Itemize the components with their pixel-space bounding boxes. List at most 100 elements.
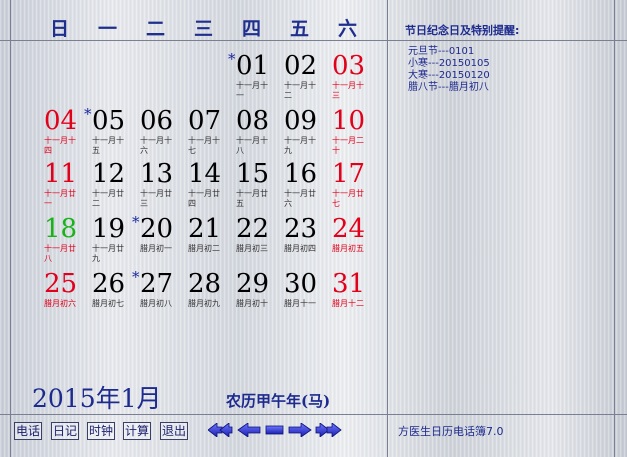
diary-button[interactable]: 日记 [51, 422, 80, 440]
calendar-day-cell[interactable]: 07 十一月十七 [184, 107, 232, 161]
calendar-day-cell[interactable]: 25 腊月初六 [40, 270, 88, 324]
day-number: 02 [284, 51, 318, 81]
calendar-day-cell[interactable]: 08 十一月十八 [232, 107, 280, 161]
calendar-day-cell[interactable]: 10 十一月二十 [328, 107, 376, 161]
panel-divider [387, 0, 388, 457]
calendar-day-cell[interactable]: 16 十一月廿六 [280, 160, 328, 214]
calendar-day-cell[interactable]: 29 腊月初十 [232, 270, 280, 324]
lunar-date: 腊月初七 [92, 299, 124, 308]
calendar-day-cell[interactable]: 04 十一月十四 [40, 107, 88, 161]
calendar-day-cell[interactable]: 22 腊月初三 [232, 215, 280, 269]
calendar-day-cell[interactable]: * 05 十一月十五 [84, 105, 136, 161]
calendar-day-cell[interactable]: 11 十一月廿一 [40, 160, 88, 214]
lunar-date: 十一月廿二 [92, 189, 124, 208]
calendar-day-cell[interactable]: 19 十一月廿九 [88, 215, 136, 269]
reminder-item: 元旦节---0101 [408, 46, 475, 57]
calendar-day-cell[interactable]: 18 十一月廿八 [40, 215, 88, 269]
day-number: 31 [332, 269, 366, 299]
day-number: 06 [140, 106, 174, 136]
lunar-date: 十一月十五 [92, 136, 124, 155]
calendar-day-cell[interactable]: 03 十一月十三 [328, 52, 376, 106]
lunar-date: 十一月廿八 [44, 244, 76, 263]
calendar-day-cell[interactable]: * 01 十一月十一 [228, 50, 280, 106]
day-number: 17 [332, 159, 366, 189]
weekday-label: 二 [145, 18, 166, 40]
calendar-day-cell[interactable]: 06 十一月十六 [136, 107, 184, 161]
calendar-day-cell[interactable]: 13 十一月廿三 [136, 160, 184, 214]
lunar-date: 腊月初二 [188, 244, 220, 253]
day-number: 20 [140, 214, 174, 244]
day-number: 29 [236, 269, 270, 299]
navigation-arrows [208, 423, 342, 437]
calendar-day-cell[interactable]: 09 十一月十九 [280, 107, 328, 161]
lunar-date: 腊月初九 [188, 299, 220, 308]
day-number: 25 [44, 269, 78, 299]
lunar-date: 腊月初十 [236, 299, 268, 308]
next-month-icon[interactable] [288, 423, 312, 437]
lunar-date: 十一月十二 [284, 81, 316, 100]
calendar-day-cell[interactable]: 31 腊月十二 [328, 270, 376, 324]
weekday-label: 三 [193, 18, 214, 40]
calendar-day-cell[interactable]: * 20 腊月初一 [132, 213, 184, 269]
calendar-day-cell[interactable]: 24 腊月初五 [328, 215, 376, 269]
weekday-label: 五 [289, 18, 310, 40]
app-version: 方医生日历电话簿7.0 [398, 425, 504, 438]
lunar-date: 腊月初八 [140, 299, 172, 308]
lunar-date: 十一月十三 [332, 81, 364, 100]
day-number: 09 [284, 106, 318, 136]
lunar-date: 十一月廿一 [44, 189, 76, 208]
exit-button[interactable]: 退出 [160, 422, 189, 440]
day-number: 05 [92, 106, 126, 136]
lunar-date: 十一月廿六 [284, 189, 316, 208]
lunar-date: 十一月十八 [236, 136, 268, 155]
last-page-icon[interactable] [315, 423, 342, 437]
day-number: 03 [332, 51, 366, 81]
day-number: 01 [236, 51, 270, 81]
day-number: 19 [92, 214, 126, 244]
reminder-marker-icon: * [84, 105, 92, 123]
reminder-item: 大寒---20150120 [408, 70, 490, 81]
calendar-day-cell[interactable]: * 27 腊月初八 [132, 268, 184, 324]
weekday-label: 四 [241, 18, 262, 40]
day-number: 23 [284, 214, 318, 244]
calculator-button[interactable]: 计算 [123, 422, 152, 440]
day-number: 24 [332, 214, 366, 244]
reminder-marker-icon: * [132, 268, 140, 286]
reminder-marker-icon: * [228, 50, 236, 68]
day-number: 10 [332, 106, 366, 136]
phone-button[interactable]: 电话 [14, 422, 43, 440]
day-number: 11 [44, 159, 78, 189]
day-number: 15 [236, 159, 270, 189]
first-page-icon[interactable] [208, 423, 233, 437]
today-icon[interactable] [265, 425, 284, 435]
day-number: 04 [44, 106, 78, 136]
lunar-date: 十一月廿五 [236, 189, 268, 208]
calendar-day-cell[interactable]: 23 腊月初四 [280, 215, 328, 269]
day-number: 28 [188, 269, 222, 299]
clock-button[interactable]: 时钟 [87, 422, 116, 440]
day-number: 18 [44, 214, 78, 244]
day-number: 12 [92, 159, 126, 189]
lunar-date: 腊月初一 [140, 244, 172, 253]
lunar-year: 农历甲午年(马) [226, 392, 331, 410]
calendar-day-cell[interactable]: 30 腊月十一 [280, 270, 328, 324]
calendar-day-cell[interactable]: 28 腊月初九 [184, 270, 232, 324]
lunar-date: 十一月廿七 [332, 189, 364, 208]
weekday-label: 一 [97, 18, 118, 40]
calendar-day-cell[interactable]: 14 十一月廿四 [184, 160, 232, 214]
lunar-date: 十一月十七 [188, 136, 220, 155]
lunar-date: 十一月十六 [140, 136, 172, 155]
lunar-date: 十一月十九 [284, 136, 316, 155]
calendar-day-cell[interactable]: 12 十一月廿二 [88, 160, 136, 214]
calendar-day-cell[interactable]: 26 腊月初七 [88, 270, 136, 324]
lunar-date: 十一月十一 [236, 81, 268, 100]
reminders-title: 节日纪念日及特别提醒: [405, 24, 520, 37]
calendar-day-cell[interactable]: 21 腊月初二 [184, 215, 232, 269]
calendar-day-cell[interactable]: 15 十一月廿五 [232, 160, 280, 214]
day-number: 14 [188, 159, 222, 189]
calendar-day-cell[interactable]: 02 十一月十二 [280, 52, 328, 106]
day-number: 07 [188, 106, 222, 136]
calendar-day-cell[interactable]: 17 十一月廿七 [328, 160, 376, 214]
previous-month-icon[interactable] [237, 423, 261, 437]
current-month: 2015年1月 [32, 384, 162, 413]
